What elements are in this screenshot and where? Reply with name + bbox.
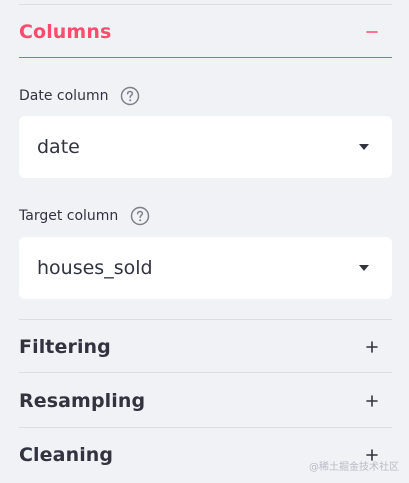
- target-column-value: houses_sold: [37, 257, 153, 279]
- date-column-label-row: Date column: [19, 86, 140, 106]
- section-divider: [19, 427, 392, 428]
- section-divider: [19, 319, 392, 320]
- question-circle-icon[interactable]: [120, 86, 140, 106]
- caret-down-icon: [358, 143, 370, 151]
- target-column-label-row: Target column: [19, 206, 150, 226]
- columns-section-title: Columns: [19, 21, 112, 43]
- date-column-label: Date column: [19, 88, 109, 104]
- watermark: @稀土掘金技术社区: [309, 462, 399, 473]
- target-column-select[interactable]: houses_sold: [19, 237, 392, 299]
- plus-icon[interactable]: [360, 389, 384, 413]
- cleaning-section-title: Cleaning: [19, 444, 114, 466]
- filtering-section-header[interactable]: Filtering: [19, 332, 392, 362]
- minus-icon[interactable]: [360, 20, 384, 44]
- plus-icon[interactable]: [360, 335, 384, 359]
- columns-section-header[interactable]: Columns: [19, 17, 392, 47]
- date-column-value: date: [37, 136, 80, 158]
- filtering-section-title: Filtering: [19, 336, 111, 358]
- section-divider: [19, 372, 392, 373]
- question-circle-icon[interactable]: [130, 206, 150, 226]
- resampling-section-title: Resampling: [19, 390, 146, 412]
- caret-down-icon: [358, 264, 370, 272]
- resampling-section-header[interactable]: Resampling: [19, 386, 392, 416]
- target-column-label: Target column: [19, 208, 119, 224]
- top-divider: [19, 4, 392, 5]
- date-column-select[interactable]: date: [19, 116, 392, 178]
- columns-section-underline: [19, 57, 392, 58]
